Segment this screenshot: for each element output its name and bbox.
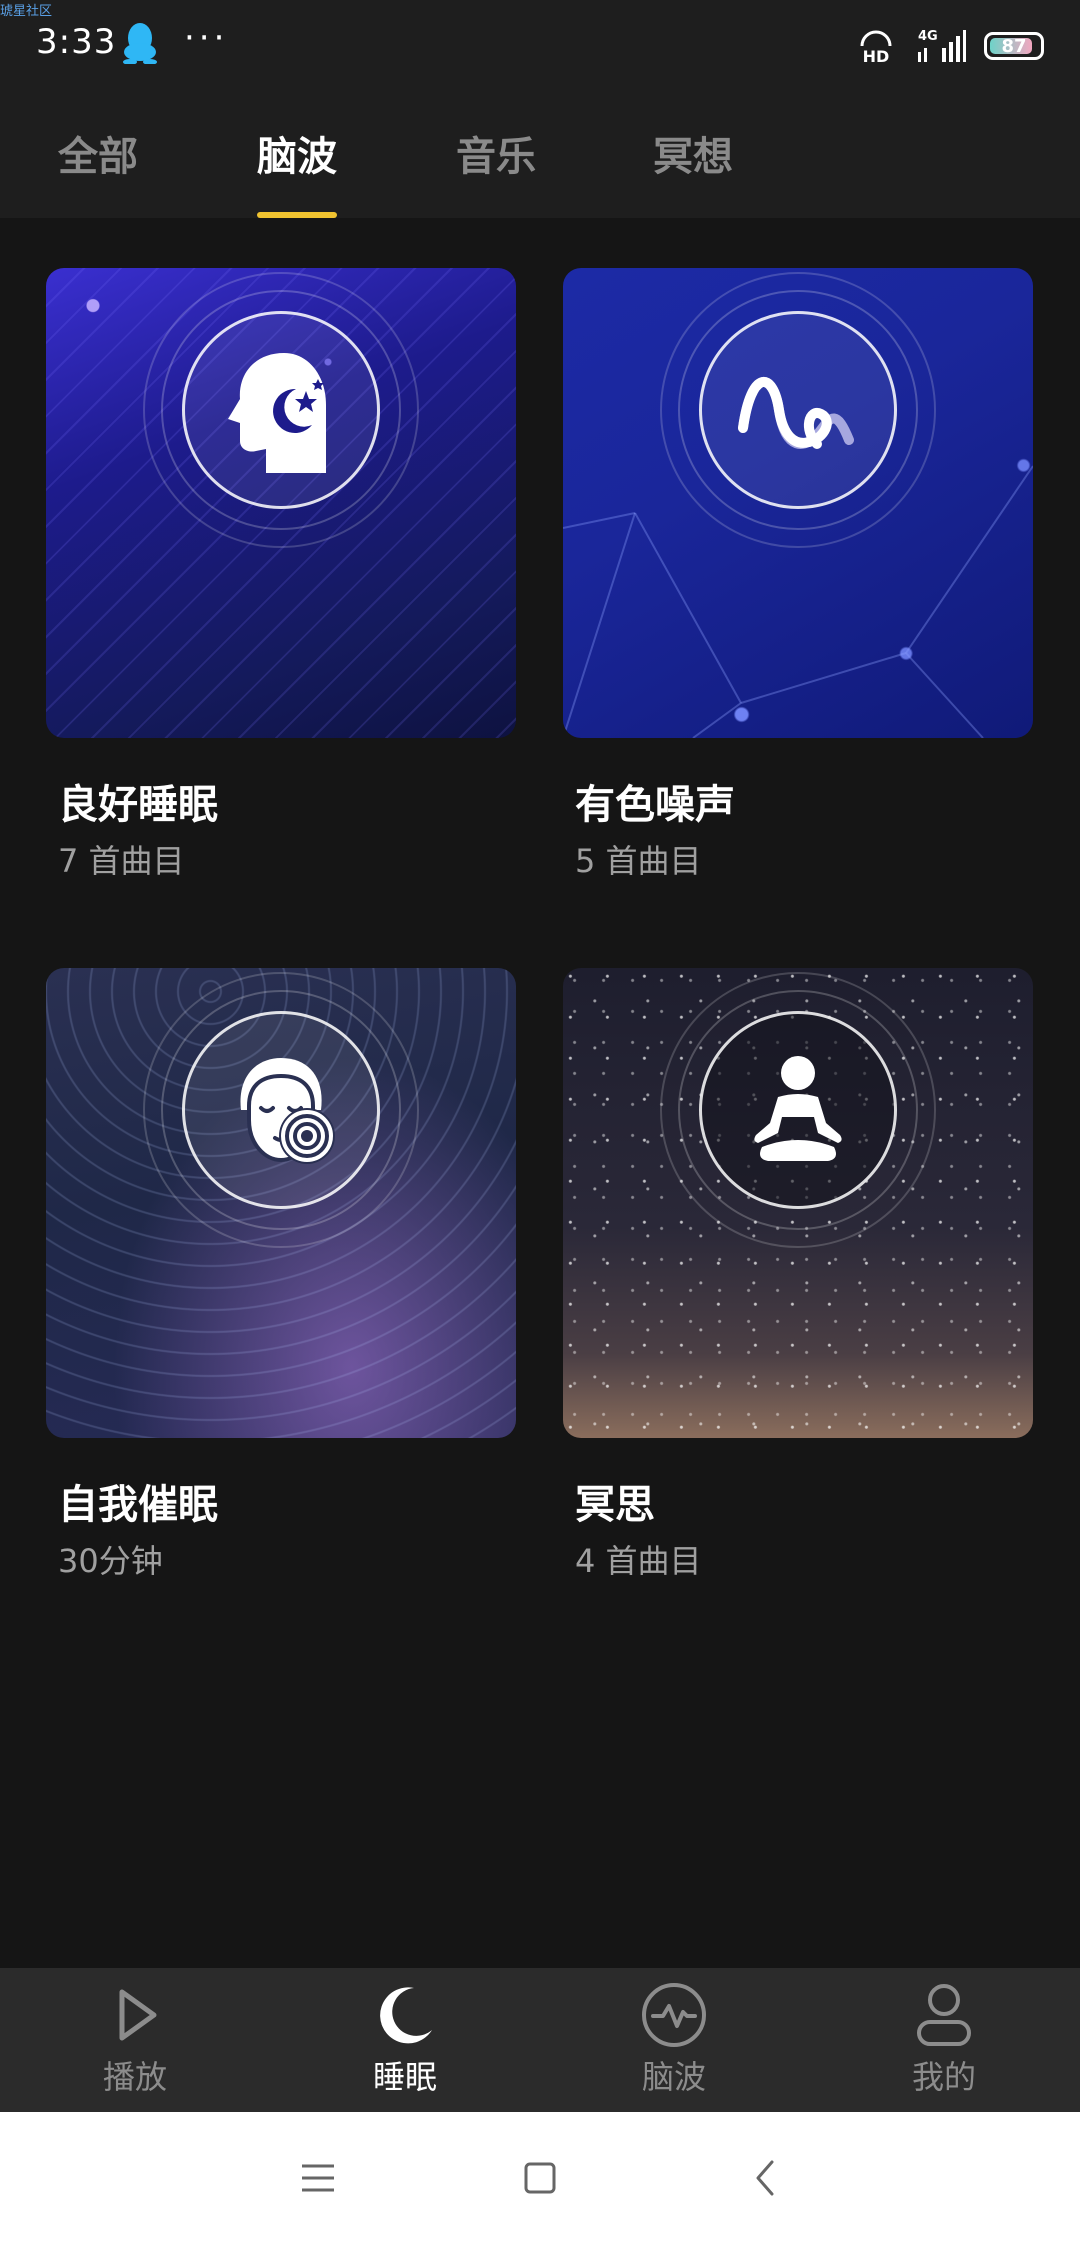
nav-item-brainwave[interactable]: 脑波 [604, 1980, 744, 2098]
tab-meditation[interactable]: 冥想 [653, 124, 733, 182]
category-tabs: 全部 脑波 音乐 冥想 [0, 90, 1080, 218]
card-subtitle: 7 首曲目 [58, 842, 185, 880]
battery-indicator: 87 [984, 32, 1044, 60]
back-icon[interactable] [746, 2158, 786, 2198]
nav-label: 脑波 [641, 2058, 706, 2096]
nav-item-profile[interactable]: 我的 [874, 1980, 1014, 2098]
card-thumbnail [563, 268, 1033, 738]
status-time: 3:33 [36, 22, 117, 62]
signal-icon: 4G [918, 29, 966, 62]
sleeping-head-icon [228, 353, 326, 473]
tab-all[interactable]: 全部 [58, 124, 138, 182]
card-thumbnail [563, 968, 1033, 1438]
card-subtitle: 5 首曲目 [575, 842, 702, 880]
play-icon [119, 1989, 157, 2041]
moon-icon [380, 1987, 432, 2044]
battery-level: 87 [1001, 35, 1027, 57]
hd-label: HD [863, 47, 890, 66]
card-meditation[interactable]: 冥思 4 首曲目 [563, 968, 1033, 1580]
hypnosis-face-icon [240, 1058, 335, 1164]
card-colored-noise[interactable]: 有色噪声 5 首曲目 [563, 268, 1033, 880]
nav-label: 我的 [911, 2058, 976, 2096]
bottom-navigation: 播放 睡眠 脑波 我的 [0, 1968, 1080, 2112]
tab-music[interactable]: 音乐 [456, 124, 536, 182]
nav-label: 播放 [102, 2058, 167, 2096]
meditation-icon [754, 1056, 842, 1161]
card-self-hypnosis[interactable]: 自我催眠 30分钟 [46, 968, 516, 1580]
tab-brainwave[interactable]: 脑波 [257, 124, 337, 182]
watermark: 琥星社区 [0, 4, 53, 19]
card-thumbnail [46, 968, 516, 1438]
more-notifications-icon: ··· [184, 18, 229, 58]
sound-wave-icon [738, 377, 854, 449]
hd-voice-icon: HD [860, 30, 892, 66]
card-title: 自我催眠 [58, 1482, 218, 1528]
card-thumbnail [46, 268, 516, 738]
profile-icon [917, 1984, 971, 2046]
card-title: 良好睡眠 [58, 782, 218, 828]
status-bar: 琥星社区 3:33 ··· HD 4G 87 [0, 0, 1080, 90]
nav-item-sleep[interactable]: 睡眠 [335, 1980, 475, 2098]
card-good-sleep[interactable]: 良好睡眠 7 首曲目 [46, 268, 516, 880]
card-subtitle: 30分钟 [58, 1542, 163, 1580]
system-navigation-bar [0, 2112, 1080, 2244]
qq-penguin-icon [123, 23, 157, 64]
active-tab-indicator [257, 212, 337, 218]
brainwave-icon [642, 1983, 706, 2047]
card-subtitle: 4 首曲目 [575, 1542, 702, 1580]
card-title: 有色噪声 [575, 782, 735, 828]
nav-item-play[interactable]: 播放 [65, 1980, 205, 2098]
menu-icon[interactable] [298, 2158, 338, 2198]
home-icon[interactable] [520, 2158, 560, 2198]
nav-label: 睡眠 [372, 2058, 437, 2096]
card-title: 冥思 [575, 1482, 655, 1528]
network-label: 4G [918, 29, 938, 44]
